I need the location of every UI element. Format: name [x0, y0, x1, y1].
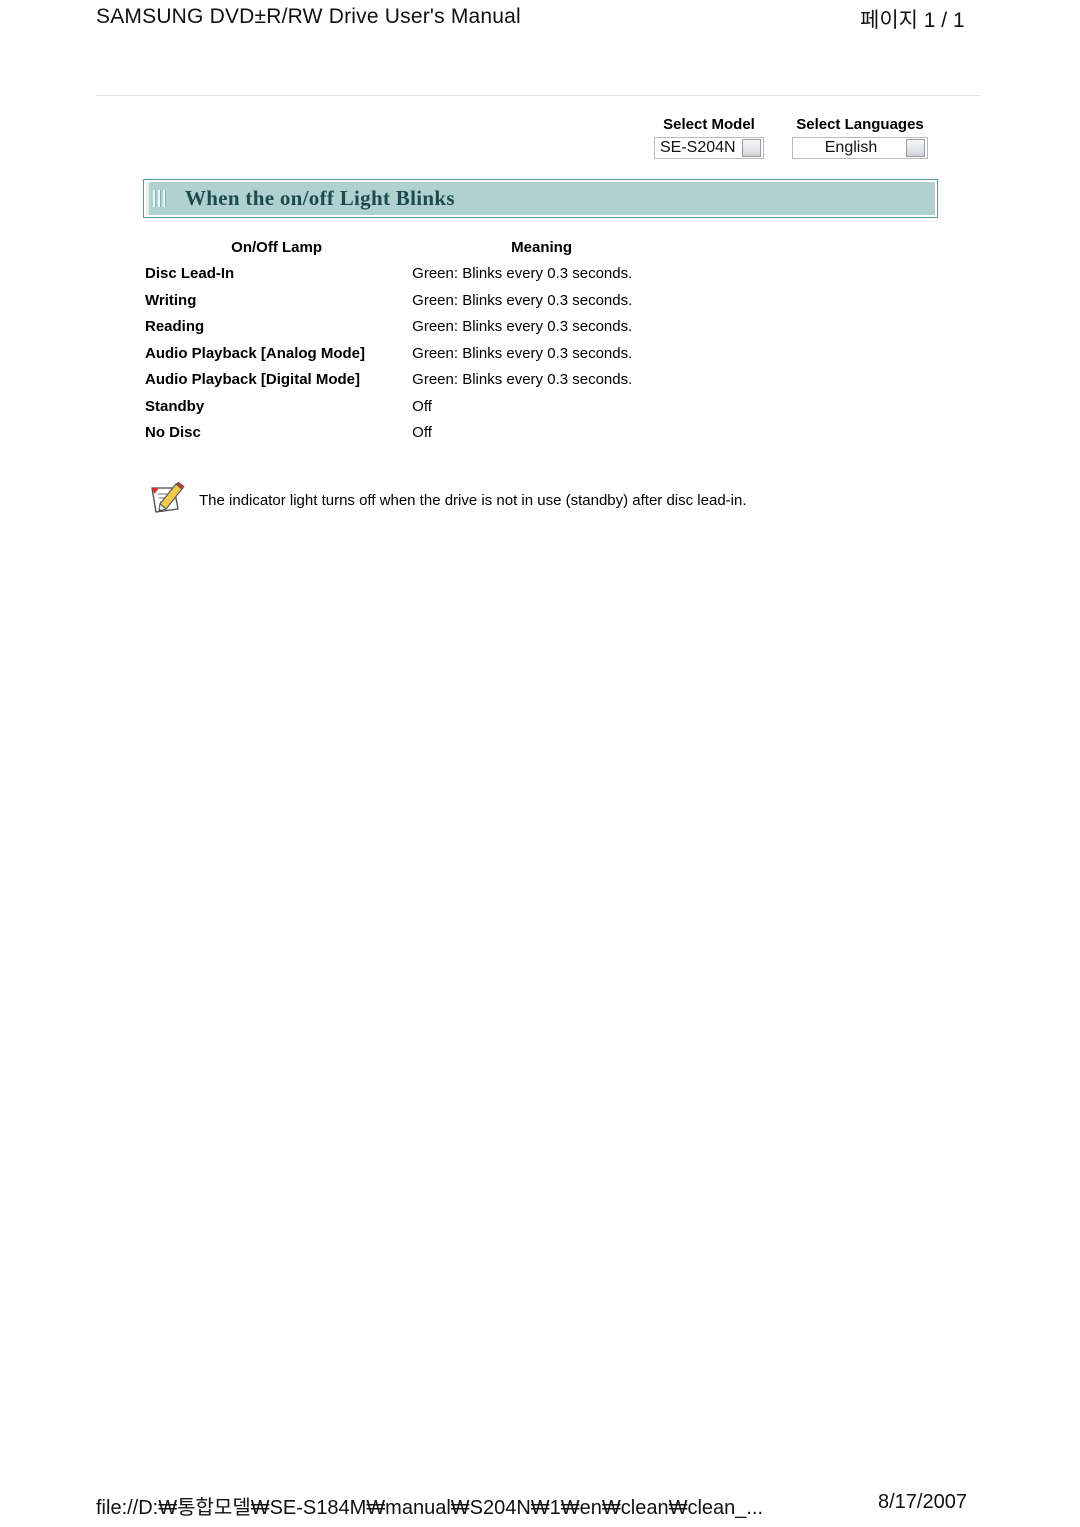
note-pencil-icon — [148, 481, 188, 516]
table-row: No Disc Off — [143, 420, 943, 447]
select-model-value: SE-S204N — [660, 139, 736, 156]
table-header: On/Off Lamp Meaning — [143, 234, 943, 261]
cell-lamp: Writing — [145, 291, 197, 309]
print-footer: file://D:₩통합모델₩SE-S184M₩manual₩S204N₩1₩e… — [0, 1487, 1080, 1527]
table-row: Audio Playback [Analog Mode] Green: Blin… — [143, 341, 943, 368]
section-title: When the on/off Light Blinks — [185, 186, 455, 210]
cell-meaning: Green: Blinks every 0.3 seconds. — [412, 344, 633, 362]
selector-bar: Select Model SE-S204N Select Languages E… — [640, 116, 950, 164]
select-model-label: Select Model — [663, 116, 755, 133]
note-text: The indicator light turns off when the d… — [199, 492, 747, 509]
page-indicator: 페이지 1 / 1 — [860, 9, 965, 32]
table-body: Disc Lead-In Green: Blinks every 0.3 sec… — [143, 261, 943, 447]
header-divider — [96, 95, 980, 96]
select-language-label: Select Languages — [796, 116, 924, 133]
footer-file-path: file://D:₩통합모델₩SE-S184M₩manual₩S204N₩1₩e… — [96, 1497, 764, 1519]
section-banner: When the on/off Light Blinks — [143, 179, 938, 218]
select-language-dropdown[interactable]: English — [792, 137, 928, 159]
select-language-group: Select Languages English — [792, 116, 928, 159]
table-row: Audio Playback [Digital Mode] Green: Bli… — [143, 367, 943, 394]
table-row: Writing Green: Blinks every 0.3 seconds. — [143, 288, 943, 315]
note-block: The indicator light turns off when the d… — [148, 481, 1028, 516]
vertical-bars-icon — [153, 189, 173, 208]
page-title: SAMSUNG DVD±R/RW Drive User's Manual — [96, 5, 521, 28]
cell-lamp: Disc Lead-In — [145, 265, 235, 282]
cell-lamp: Audio Playback [Digital Mode] — [145, 371, 361, 388]
cell-lamp: No Disc — [145, 424, 201, 441]
select-language-value: English — [824, 139, 878, 156]
cell-meaning: Green: Blinks every 0.3 seconds. — [412, 265, 633, 282]
table-header-row: On/Off Lamp Meaning — [143, 234, 943, 261]
cell-meaning: Green: Blinks every 0.3 seconds. — [412, 318, 633, 335]
cell-meaning: Off — [412, 397, 432, 415]
cell-meaning: Off — [412, 424, 432, 441]
dropdown-arrow-icon[interactable] — [742, 139, 761, 157]
footer-date: 8/17/2007 — [878, 1491, 967, 1513]
cell-lamp: Standby — [145, 397, 205, 415]
table-row: Disc Lead-In Green: Blinks every 0.3 sec… — [143, 261, 943, 288]
print-header: SAMSUNG DVD±R/RW Drive User's Manual 페이지… — [0, 0, 1080, 40]
section-banner-inner: When the on/off Light Blinks — [146, 182, 935, 215]
select-model-group: Select Model SE-S204N — [654, 116, 764, 159]
dropdown-arrow-icon[interactable] — [906, 139, 925, 157]
table-row: Reading Green: Blinks every 0.3 seconds. — [143, 314, 943, 341]
table-row: Standby Off — [143, 394, 943, 421]
column-header-meaning: Meaning — [511, 239, 573, 256]
select-model-dropdown[interactable]: SE-S204N — [654, 137, 764, 159]
cell-lamp: Reading — [145, 318, 205, 335]
cell-lamp: Audio Playback [Analog Mode] — [145, 344, 366, 362]
cell-meaning: Green: Blinks every 0.3 seconds. — [412, 371, 633, 388]
column-header-lamp: On/Off Lamp — [231, 239, 322, 256]
cell-meaning: Green: Blinks every 0.3 seconds. — [412, 291, 633, 309]
lamp-status-table: On/Off Lamp Meaning Disc Lead-In Green: … — [143, 234, 943, 447]
